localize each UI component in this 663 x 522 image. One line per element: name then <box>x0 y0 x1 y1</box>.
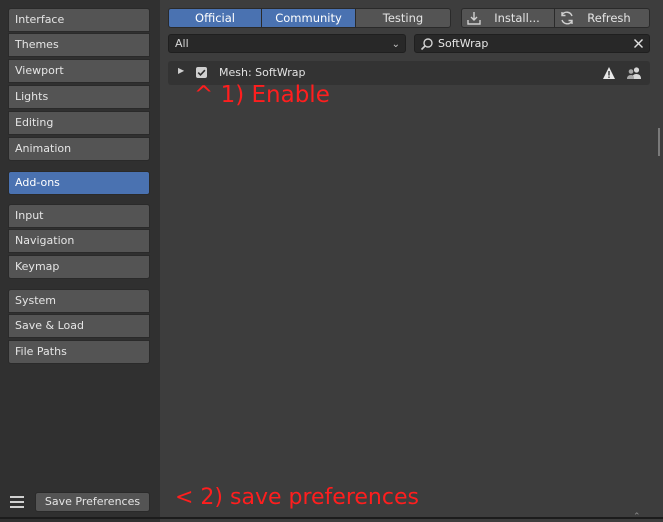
checkbox-icon[interactable] <box>196 67 207 78</box>
tab-official[interactable]: Official <box>168 8 262 28</box>
category-value: All <box>175 37 189 50</box>
category-dropdown[interactable]: All ⌄ <box>168 34 406 53</box>
annotation-enable: ^ 1) Enable <box>194 82 330 108</box>
annotation-save-preferences: < 2) save preferences <box>175 485 419 510</box>
disclosure-triangle-icon[interactable]: ▶ <box>178 66 184 75</box>
users-icon <box>627 67 641 79</box>
install-button[interactable]: Install... <box>461 8 555 28</box>
refresh-label: Refresh <box>587 11 631 25</box>
sidebar-item-themes[interactable]: Themes <box>8 33 150 57</box>
tab-community[interactable]: Community <box>261 8 356 28</box>
sidebar-item-editing[interactable]: Editing <box>8 111 150 135</box>
window-bottom-border <box>0 517 663 519</box>
sidebar-item-lights[interactable]: Lights <box>8 85 150 109</box>
sidebar-item-file-paths[interactable]: File Paths <box>8 340 150 364</box>
sidebar-item-viewport[interactable]: Viewport <box>8 59 150 83</box>
menu-icon[interactable] <box>8 494 26 510</box>
sidebar-item-input[interactable]: Input <box>8 204 150 228</box>
scrollbar[interactable] <box>658 128 660 156</box>
warning-icon <box>603 67 615 79</box>
search-value: SoftWrap <box>438 37 489 50</box>
sidebar-item-keymap[interactable]: Keymap <box>8 255 150 279</box>
sidebar-item-navigation[interactable]: Navigation <box>8 229 150 253</box>
tab-testing[interactable]: Testing <box>355 8 451 28</box>
search-icon <box>420 38 433 51</box>
sidebar-item-add-ons[interactable]: Add-ons <box>8 171 150 195</box>
sidebar-item-save-load[interactable]: Save & Load <box>8 314 150 338</box>
save-preferences-button[interactable]: Save Preferences <box>35 492 150 512</box>
sidebar-item-animation[interactable]: Animation <box>8 137 150 161</box>
preferences-sidebar: Interface Themes Viewport Lights Editing… <box>0 0 160 522</box>
install-label: Install... <box>494 11 540 25</box>
sidebar-item-system[interactable]: System <box>8 289 150 313</box>
sidebar-item-interface[interactable]: Interface <box>8 8 150 32</box>
clear-icon[interactable] <box>632 37 645 50</box>
chevron-down-icon: ⌄ <box>391 39 400 50</box>
refresh-button[interactable]: Refresh <box>554 8 650 28</box>
search-input[interactable]: SoftWrap <box>414 34 650 53</box>
